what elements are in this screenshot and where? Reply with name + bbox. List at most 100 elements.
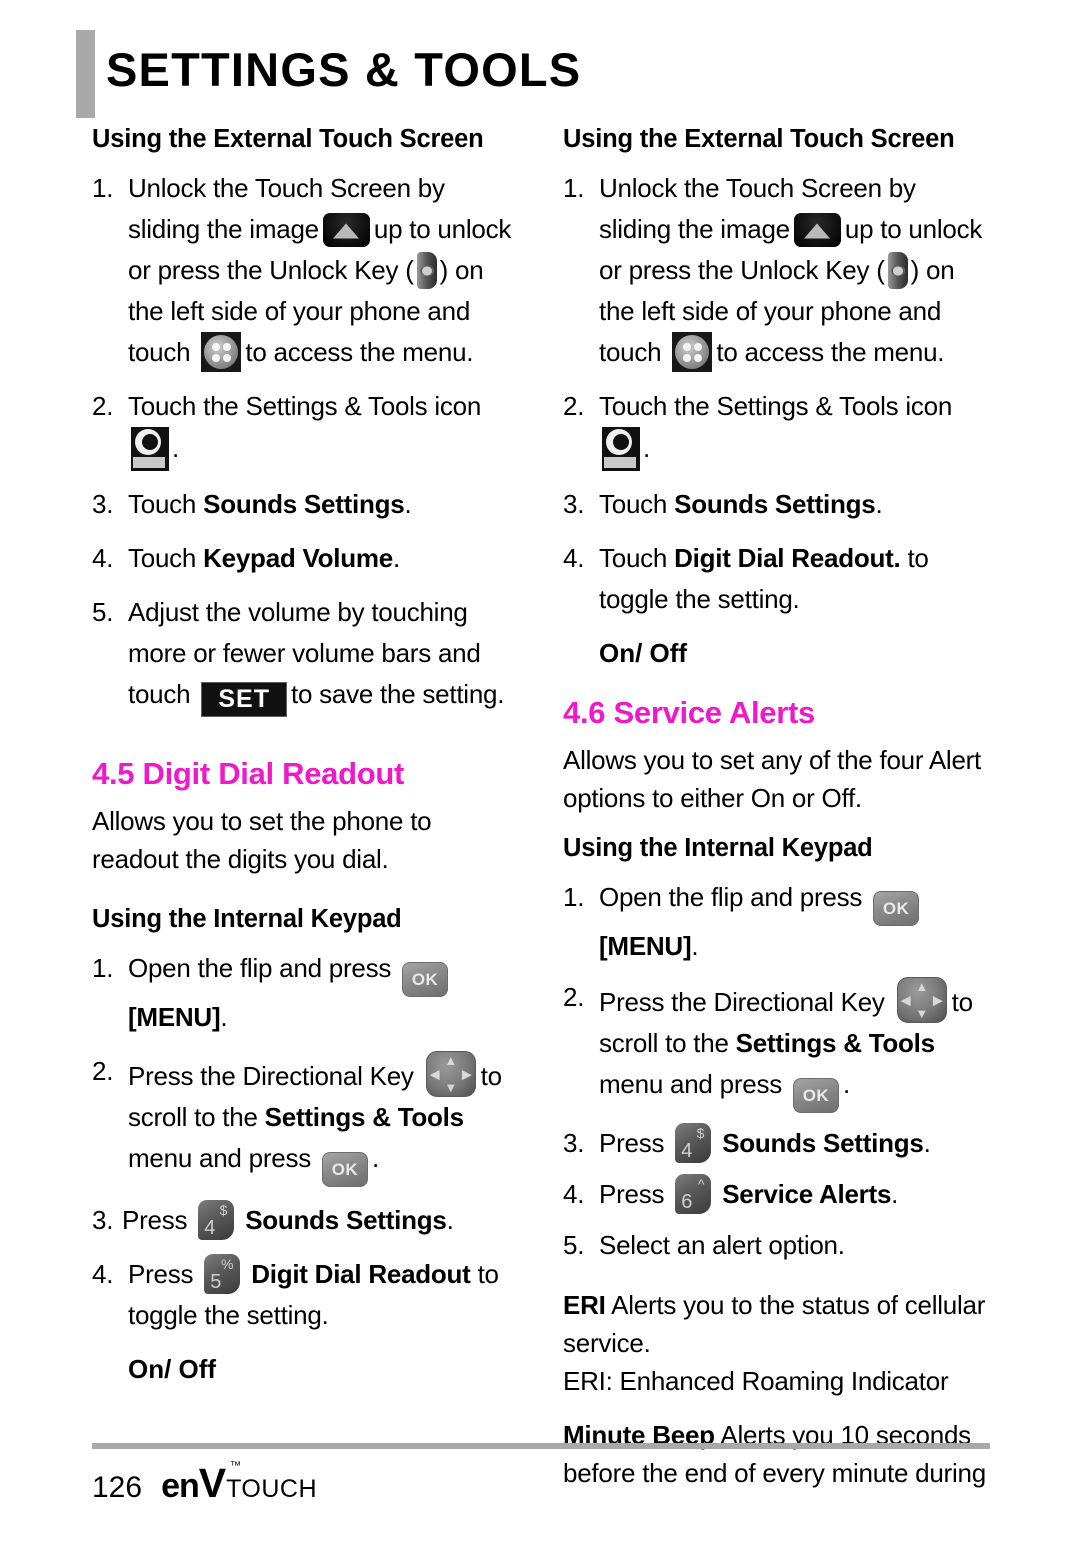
dir-up-arrow: ▲ [444, 1053, 457, 1068]
list-item: 1. Open the flip and press OK [MENU]. [92, 948, 522, 1038]
list-number: 1. [563, 173, 585, 203]
list-item: 3. Press 4 $ Sounds Settings. [563, 1123, 993, 1164]
unlock-hardware-key-icon [887, 252, 908, 289]
list-number: 3. [563, 1128, 585, 1158]
step-text: Press [122, 1205, 188, 1235]
ok-key-icon: OK [873, 891, 920, 926]
list-number: 3. [92, 489, 114, 519]
number-key-4-icon: 4 $ [675, 1123, 712, 1163]
list-number: 4. [92, 543, 114, 573]
step-text: to access the menu. [245, 337, 474, 367]
set-softkey-icon: SET [201, 682, 287, 717]
step-text: menu and press [599, 1069, 782, 1099]
step-text: menu and press [128, 1143, 311, 1173]
step-text: . [404, 489, 412, 519]
step-text: . [923, 1128, 931, 1158]
heading-using-internal-keypad: Using the Internal Keypad [563, 834, 873, 862]
step-text: Touch [599, 543, 675, 573]
settings-and-tools-app-icon [602, 427, 640, 471]
page-footer: 126 enV TOUCH ™ [92, 1443, 992, 1505]
list-number: 1. [92, 953, 114, 983]
list-item: 5. Adjust the volume by touching more or … [92, 592, 522, 717]
dir-left-arrow: ◀ [429, 1066, 440, 1082]
list-item: 4. Touch Digit Dial Readout. to toggle th… [563, 538, 993, 620]
list-item: 2. Touch the Settings & Tools icon. [92, 386, 522, 471]
list-number: 3. [563, 489, 585, 519]
list-item: 3. Touch Sounds Settings. [92, 484, 522, 525]
step-emphasis: [MENU] [128, 1002, 221, 1032]
section-heading-digit-dial-readout: 4.5 Digit Dial Readout [92, 756, 405, 791]
list-item: 3. Press 4 $ Sounds Settings. [92, 1200, 522, 1241]
step-text: Press the Directional Key [128, 1061, 414, 1091]
list-item: 4. Touch Keypad Volume. [92, 538, 522, 579]
step-text: to save the setting. [290, 679, 505, 709]
ok-key-icon: OK [792, 1078, 839, 1113]
on-off-label: On/ Off [128, 1354, 217, 1384]
heading-using-internal-keypad: Using the Internal Keypad [92, 905, 402, 933]
step-text: . [371, 1143, 379, 1173]
list-item: 4. Press 6 ^ Service Alerts. [563, 1174, 993, 1215]
step-text: . [643, 433, 650, 463]
glossary-definition: Alerts you to the status of cellular ser… [563, 1290, 986, 1358]
list-number: 2. [563, 982, 585, 1012]
left-column: Using the External Touch Screen 1. Unlock… [92, 124, 522, 1401]
step-text: Touch the Settings & Tools icon [599, 391, 953, 421]
list-number: 2. [563, 391, 585, 421]
key-digit: 4 [204, 1217, 216, 1239]
dir-left-arrow: ◀ [900, 992, 911, 1008]
step-text: . [691, 931, 699, 961]
brand-v-text: V [198, 1460, 226, 1506]
list-number: 3. [92, 1205, 114, 1235]
step-emphasis: Keypad Volume [203, 543, 393, 573]
list-number: 2. [92, 1056, 114, 1086]
step-text: Touch the Settings & Tools icon [128, 391, 482, 421]
step-text: . [842, 1069, 850, 1099]
step-text: . [446, 1205, 454, 1235]
unlock-slide-image-icon [793, 213, 841, 247]
number-key-6-icon: 6 ^ [675, 1174, 712, 1214]
heading-using-external-touch-screen: Using the External Touch Screen [92, 125, 484, 153]
list-item: 3. Touch Sounds Settings. [563, 484, 993, 525]
brand-logo-env-touch: enV TOUCH ™ [161, 1460, 317, 1505]
brand-en-text: en [161, 1467, 200, 1505]
right-column: Using the External Touch Screen 1. Unlock… [563, 124, 993, 1508]
header-accent-bar [76, 30, 95, 118]
brand-env: enV [161, 1463, 226, 1505]
list-item: 2. Press the Directional Key ▲ ▼ ◀ ▶ to s… [92, 1051, 522, 1187]
step-text: Select an alert option. [599, 1230, 845, 1260]
key-digit: 4 [681, 1140, 693, 1162]
settings-and-tools-app-icon [131, 427, 169, 471]
list-item: 4. Press 5 % Digit Dial Readout to toggle… [92, 1254, 522, 1336]
step-text: Press [599, 1128, 665, 1158]
step-emphasis: Digit Dial Readout [251, 1259, 471, 1289]
step-text: . [220, 1002, 228, 1032]
list-number: 5. [563, 1230, 585, 1260]
key-superscript: ^ [697, 1176, 705, 1192]
dir-down-arrow: ▼ [444, 1080, 457, 1095]
footer-row: 126 enV TOUCH ™ [92, 1460, 992, 1505]
step-emphasis: Sounds Settings [722, 1128, 924, 1158]
key-digit: 5 [210, 1271, 222, 1293]
list-number: 4. [563, 543, 585, 573]
number-key-4-icon: 4 $ [198, 1200, 235, 1240]
list-number: 5. [92, 597, 114, 627]
page-number: 126 [92, 1471, 143, 1504]
step-emphasis: Service Alerts [722, 1179, 892, 1209]
step-text: Touch [128, 489, 204, 519]
list-item: 2. Press the Directional Key ▲ ▼ ◀ ▶ to s… [563, 977, 993, 1113]
unlock-slide-image-icon [322, 213, 370, 247]
number-key-5-icon: 5 % [204, 1254, 241, 1294]
section-intro-paragraph: Allows you to set any of the four Alert … [563, 745, 982, 813]
step-text: . [172, 433, 179, 463]
footer-rule [92, 1443, 990, 1449]
step-text: . [875, 489, 883, 519]
glossary-expansion-eri: ERI: Enhanced Roaming Indicator [563, 1366, 949, 1396]
list-item: 1. Unlock the Touch Screen by sliding the… [92, 168, 522, 373]
glossary-entry-eri: ERI Alerts you to the status of cellular… [563, 1286, 993, 1362]
list-item: 2. Touch the Settings & Tools icon. [563, 386, 993, 471]
step-emphasis: Digit Dial Readout. [674, 543, 901, 573]
